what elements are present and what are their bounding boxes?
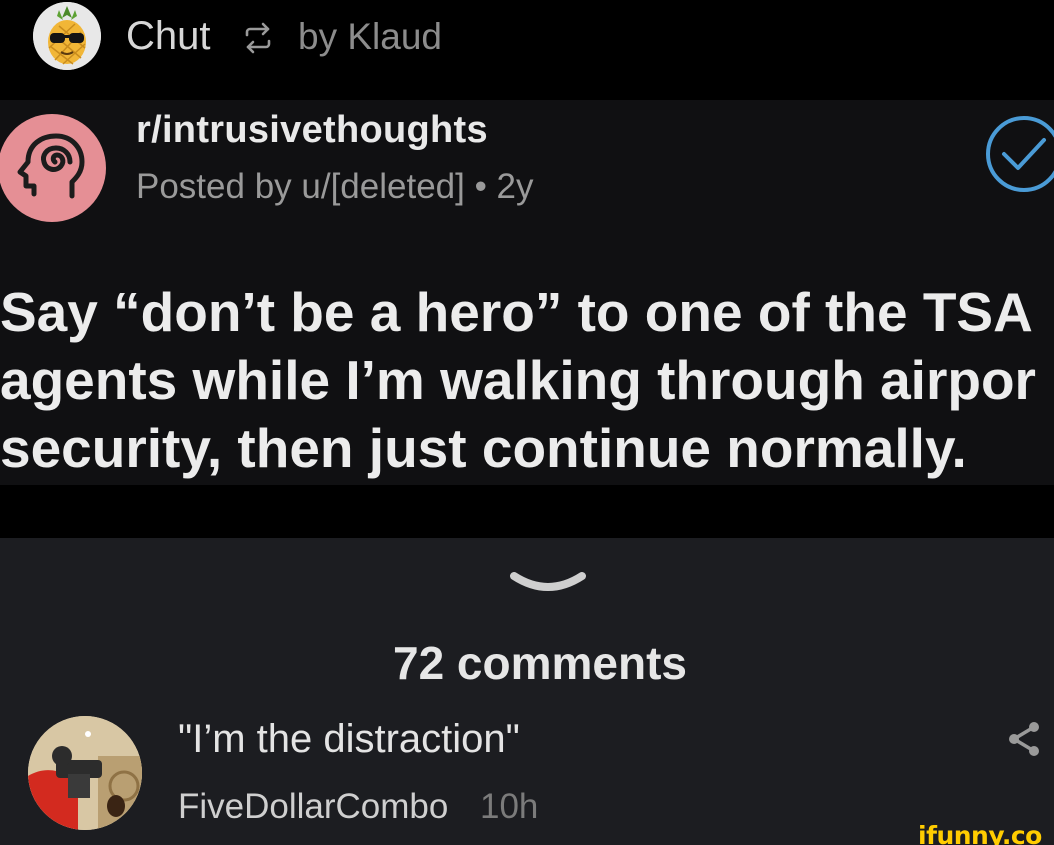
check-circle-icon[interactable] [978,114,1054,194]
share-icon[interactable] [1006,720,1042,758]
post-title-line: agents while I’m walking through airpor [0,349,1036,411]
subreddit-name[interactable]: r/intrusivethoughts [136,106,488,154]
post-title-line: Say “don’t be a hero” to one of the TSA [0,281,1033,343]
repost-header: Chut by Klaud [0,0,1054,100]
meme-screen: Chut by Klaud r/intrusivethoughts Posted… [0,0,1054,845]
pineapple-sunglasses-avatar[interactable] [33,2,101,70]
reddit-post-card: r/intrusivethoughts Posted by u/[deleted… [0,100,1054,485]
head-spiral-icon[interactable] [0,114,106,222]
post-title-line: security, then just continue normally. [0,417,967,479]
repost-icon [242,22,274,54]
comment-text: "I’m the distraction" [178,717,520,761]
original-author[interactable]: by Klaud [298,14,442,60]
chevron-down-icon[interactable] [508,568,588,604]
ifunny-watermark: ifunny.co [918,821,1042,845]
comment-count[interactable]: 72 comments [0,636,1054,690]
comment-time: 10h [480,787,539,826]
reposter-name[interactable]: Chut [126,12,211,60]
comments-panel: 72 comments "I’m the distraction" FiveDo… [0,538,1054,845]
comment-author[interactable]: FiveDollarCombo [178,784,448,830]
avatar[interactable] [28,716,142,830]
post-meta: Posted by u/[deleted] • 2y [136,167,534,206]
post-title[interactable]: Say “don’t be a hero” to one of the TSA … [0,278,1054,482]
